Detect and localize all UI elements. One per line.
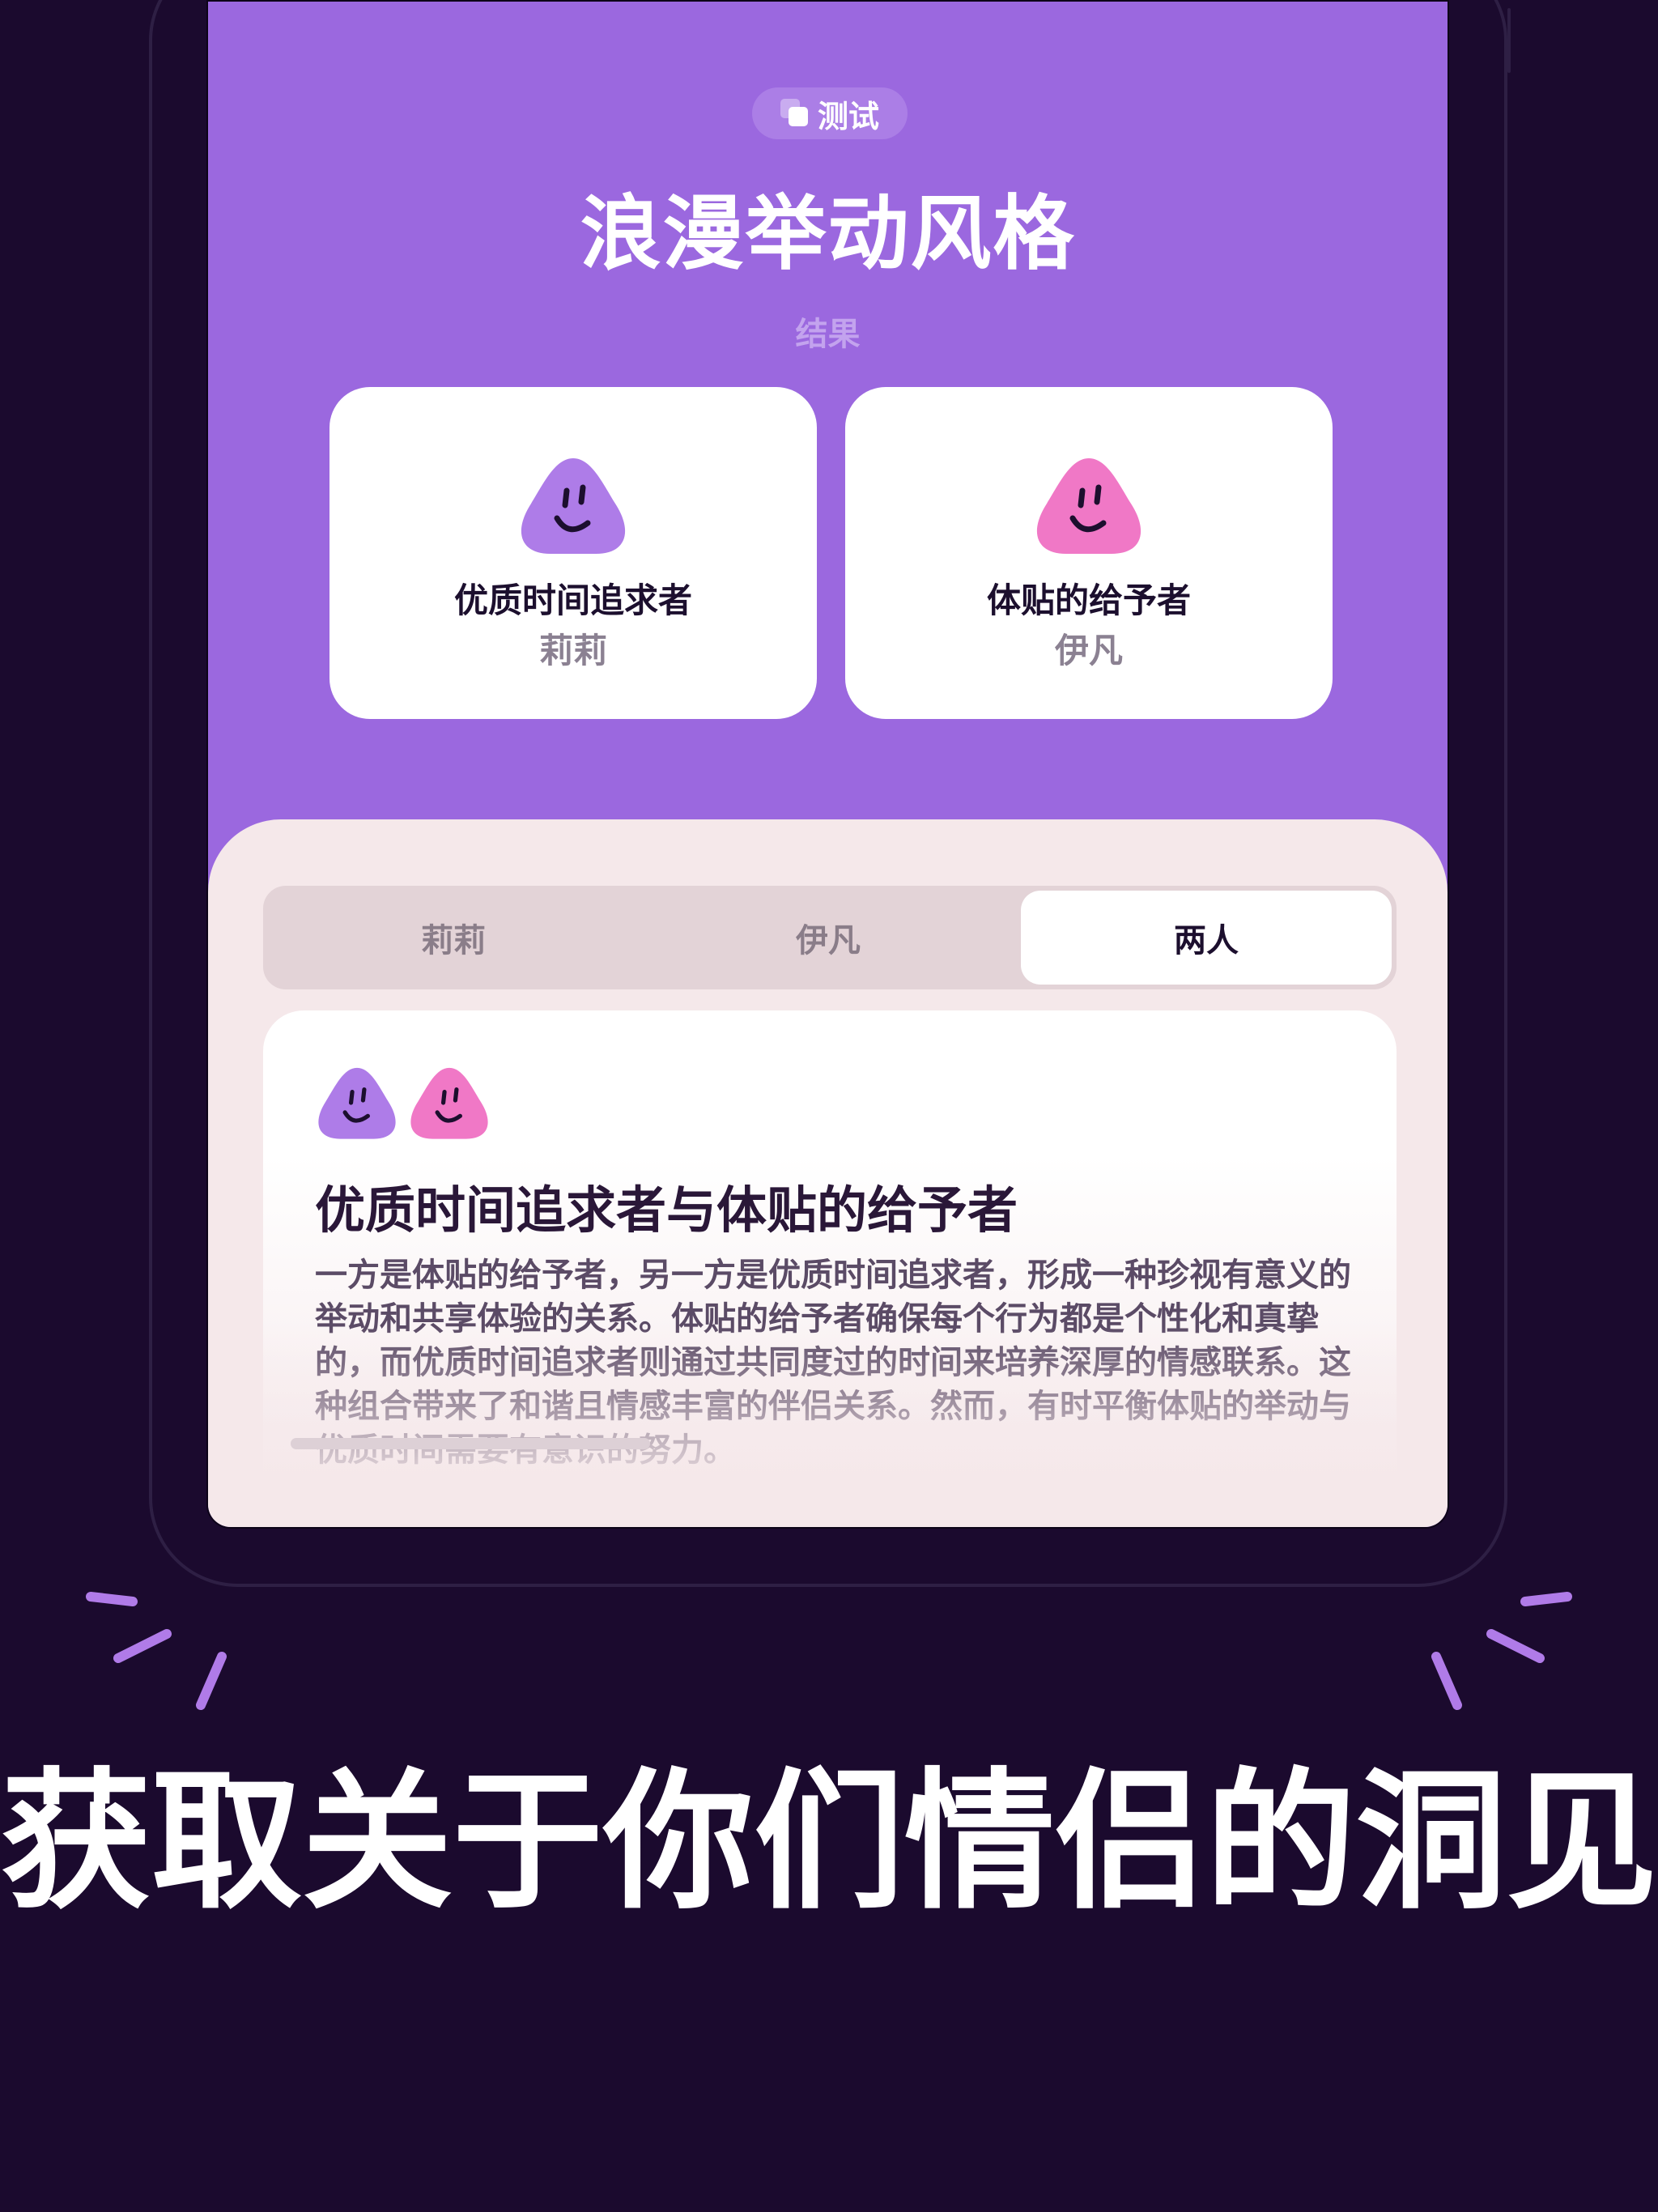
profile-type: 体贴的给予者 xyxy=(986,581,1191,620)
results-sheet: 莉莉 伊凡 两人 优质时间追求者与体贴的给予者 一方是体贴的给予者，另一方是优质… xyxy=(208,819,1448,1527)
layers-icon xyxy=(780,99,810,128)
quiz-badge-label: 测试 xyxy=(817,98,879,134)
pink-smiley-icon xyxy=(1036,458,1141,554)
quiz-badge: 测试 xyxy=(752,87,908,139)
profile-type: 优质时间追求者 xyxy=(453,581,692,620)
result-title: 优质时间追求者与体贴的给予者 xyxy=(315,1180,1018,1240)
profile-card-lily[interactable]: 优质时间追求者 莉莉 xyxy=(329,387,817,719)
profile-person: 伊凡 xyxy=(1054,631,1123,670)
purple-smiley-icon xyxy=(521,458,626,554)
sparkle-decoration xyxy=(86,1592,1572,1710)
combined-result-card: 优质时间追求者与体贴的给予者 一方是体贴的给予者，另一方是优质时间追求者，形成一… xyxy=(263,1010,1397,1527)
page-title: 浪漫举动风格 xyxy=(580,186,1076,281)
app-screen: 测试 浪漫举动风格 结果 优质时间追求者 莉莉 体贴的给予者 伊凡 莉莉 伊凡 … xyxy=(206,0,1449,1529)
tab-both[interactable]: 两人 xyxy=(1021,891,1392,985)
tab-ivan[interactable]: 伊凡 xyxy=(643,891,1014,985)
profile-person: 莉莉 xyxy=(538,631,607,670)
pink-smiley-icon xyxy=(410,1067,488,1139)
scroll-indicator[interactable] xyxy=(291,1438,650,1449)
purple-smiley-icon xyxy=(318,1067,396,1139)
marketing-headline: 获取关于你们情侣的洞见 xyxy=(0,1754,1657,1929)
profile-card-ivan[interactable]: 体贴的给予者 伊凡 xyxy=(845,387,1333,719)
device-side-button xyxy=(1507,8,1511,73)
tab-lily[interactable]: 莉莉 xyxy=(268,891,639,985)
page-subtitle: 结果 xyxy=(795,316,861,353)
person-segmented-control: 莉莉 伊凡 两人 xyxy=(263,886,1397,989)
text-fade-overlay xyxy=(263,1326,1397,1527)
